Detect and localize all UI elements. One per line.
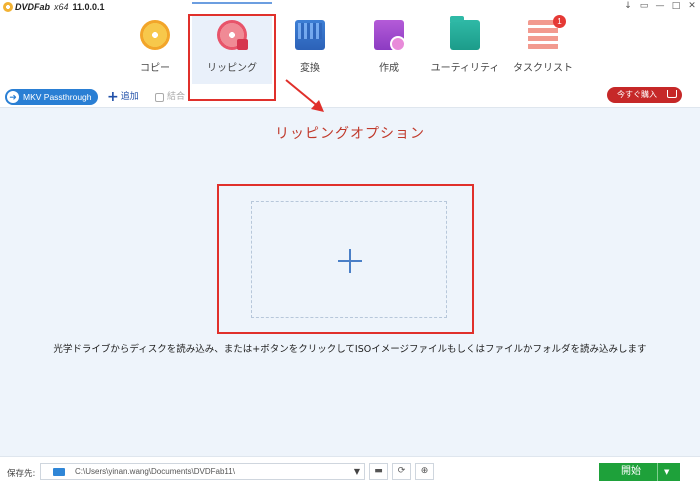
arrow-right-icon: ➜ xyxy=(7,91,19,103)
start-options-chevron-icon[interactable]: ▼ xyxy=(664,463,678,481)
buy-now-label: 今すぐ購入 xyxy=(617,90,657,99)
globe-button[interactable]: ⊕ xyxy=(415,463,434,480)
utility-folder-icon xyxy=(450,16,480,50)
add-source-plus-icon[interactable] xyxy=(338,249,362,273)
app-arch: x64 xyxy=(54,2,69,12)
mkv-passthrough-button[interactable]: ➜ MKV Passthrough xyxy=(5,89,98,105)
nav-label-ripper: リッピング xyxy=(207,63,257,74)
nav-label-task-list: タスクリスト xyxy=(513,63,573,74)
toolbar: ➜ MKV Passthrough + 追加 結合 xyxy=(0,84,700,108)
rip-option-title: リッピングオプション xyxy=(275,126,425,142)
merge-label: 結合 xyxy=(167,92,186,102)
save-path-selector[interactable]: C:\Users\yinan.wang\Documents\DVDFab11\ … xyxy=(40,463,365,480)
download-icon[interactable]: ↓ xyxy=(622,0,634,12)
top-navigation: コピー リッピング 変換 作成 ユーティリティ 1 タスクリスト xyxy=(0,2,700,101)
refresh-button[interactable]: ⟳ xyxy=(392,463,411,480)
app-logo: DVDFab x64 11.0.0.1 xyxy=(3,1,105,13)
merge-button[interactable]: 結合 xyxy=(155,89,185,105)
disc-rip-icon xyxy=(217,20,248,50)
add-source-drop-zone[interactable] xyxy=(251,201,447,318)
menu-icon[interactable]: — xyxy=(654,0,666,12)
video-convert-icon xyxy=(295,20,325,50)
nav-label-converter: 変換 xyxy=(300,63,320,74)
nav-item-task-list[interactable]: 1 タスクリスト xyxy=(503,14,583,84)
video-create-icon xyxy=(374,20,406,52)
folder-open-icon: ▬ xyxy=(374,466,383,476)
dvdfab-logo-icon xyxy=(3,2,13,12)
task-count-badge: 1 xyxy=(553,15,566,28)
nav-label-creator: 作成 xyxy=(379,63,399,74)
nav-item-copy[interactable]: コピー xyxy=(115,14,195,84)
browse-folder-button[interactable]: ▬ xyxy=(369,463,388,480)
buy-now-button[interactable]: 今すぐ購入 xyxy=(607,87,682,103)
cart-icon xyxy=(667,90,677,98)
callout-arrow-icon xyxy=(285,79,324,112)
nav-item-converter[interactable]: 変換 xyxy=(270,14,350,84)
folder-icon xyxy=(53,468,65,476)
load-instruction-text: 光学ドライブからディスクを読み込み、または+ボタンをクリックしてISOイメージフ… xyxy=(53,344,647,355)
refresh-icon: ⟳ xyxy=(397,466,406,476)
bottom-bar: 保存先: C:\Users\yinan.wang\Documents\DVDFa… xyxy=(0,456,700,487)
app-brand: DVDFab xyxy=(15,2,51,12)
save-path-text: C:\Users\yinan.wang\Documents\DVDFab11\ xyxy=(75,467,235,476)
add-label: 追加 xyxy=(120,92,139,102)
add-button[interactable]: + 追加 xyxy=(107,89,139,105)
nav-item-creator[interactable]: 作成 xyxy=(349,14,429,84)
close-icon[interactable]: ✕ xyxy=(686,0,698,12)
nav-item-utility[interactable]: ユーティリティ xyxy=(425,14,505,84)
maximize-icon[interactable]: □ xyxy=(670,0,682,12)
save-to-label: 保存先: xyxy=(7,469,36,479)
start-button-divider xyxy=(657,463,658,481)
nav-label-copy: コピー xyxy=(140,63,170,74)
title-bar: DVDFab x64 11.0.0.1 ↓ ▭ — □ ✕ xyxy=(0,0,700,14)
nav-item-ripper[interactable]: リッピング xyxy=(192,2,272,84)
plus-icon: + xyxy=(107,89,119,105)
skin-icon[interactable]: ▭ xyxy=(638,0,650,12)
globe-icon: ⊕ xyxy=(420,466,429,476)
window-controls: ↓ ▭ — □ ✕ xyxy=(622,0,698,12)
nav-label-utility: ユーティリティ xyxy=(430,63,500,74)
mkv-passthrough-label: MKV Passthrough xyxy=(23,92,92,102)
start-label: 開始 xyxy=(621,466,641,477)
app-version: 11.0.0.1 xyxy=(72,2,105,12)
disc-copy-icon xyxy=(140,20,170,50)
chevron-down-icon[interactable]: ▼ xyxy=(354,467,360,476)
merge-icon xyxy=(155,92,164,102)
